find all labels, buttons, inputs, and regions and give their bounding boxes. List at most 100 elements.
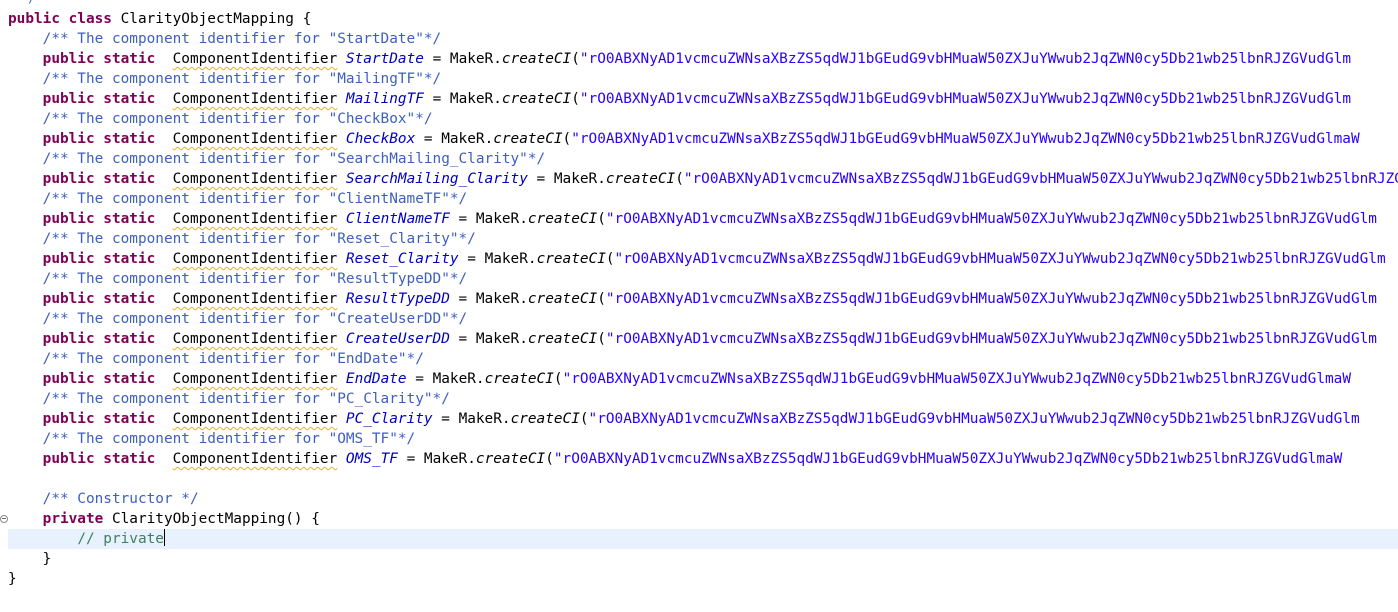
factory-class: MakeR (449, 51, 494, 67)
field-doc-line[interactable]: /** The component identifier for "PC_Cla… (0, 389, 1398, 409)
constructor-signature: ClarityObjectMapping() { (111, 511, 320, 527)
field-declaration-line[interactable]: public static ComponentIdentifier Create… (0, 329, 1398, 349)
field-doc-line[interactable]: /** The component identifier for "Result… (0, 269, 1398, 289)
text-caret (163, 529, 165, 546)
factory-method: createCI (501, 91, 572, 107)
class-close-brace: } (8, 571, 17, 587)
field-doc-line[interactable]: /** The component identifier for "CheckB… (0, 109, 1398, 129)
field-modifiers: public static (42, 251, 156, 267)
factory-method: createCI (501, 51, 572, 67)
field-name: PC_Clarity (345, 411, 433, 427)
field-declaration-line[interactable]: public static ComponentIdentifier EndDat… (0, 369, 1398, 389)
field-doc-comment: /** The component identifier for "Search… (42, 151, 546, 167)
field-declaration-line[interactable]: public static ComponentIdentifier PC_Cla… (0, 409, 1398, 429)
field-name: ClientNameTF (345, 211, 450, 227)
collapse-fold-icon[interactable] (0, 515, 8, 523)
field-name: StartDate (345, 51, 424, 67)
factory-class: MakeR (475, 291, 520, 307)
field-type: ComponentIdentifier (172, 331, 338, 347)
field-doc-comment: /** The component identifier for "PC_Cla… (42, 391, 450, 407)
field-value-string: "rO0ABXNyAD1vcmcuZWNsaXBzZS5qdWJ1bGEudG9… (605, 291, 1377, 307)
field-modifiers: public static (42, 451, 156, 467)
field-declaration-line[interactable]: public static ComponentIdentifier StartD… (0, 49, 1398, 69)
field-value-string: "rO0ABXNyAD1vcmcuZWNsaXBzZS5qdWJ1bGEudG9… (579, 51, 1351, 67)
factory-method: createCI (536, 251, 606, 267)
field-type: ComponentIdentifier (172, 91, 338, 107)
factory-class: MakeR (484, 251, 528, 267)
field-type: ComponentIdentifier (172, 451, 338, 467)
field-type: ComponentIdentifier (172, 291, 338, 307)
field-doc-line[interactable]: /** The component identifier for "Search… (0, 149, 1398, 169)
field-modifiers: public static (42, 331, 156, 347)
field-type: ComponentIdentifier (172, 51, 338, 67)
field-doc-line[interactable]: /** The component identifier for "Create… (0, 309, 1398, 329)
field-modifiers: public static (42, 171, 156, 187)
class-name: ClarityObjectMapping (120, 11, 294, 27)
field-doc-comment: /** The component identifier for "StartD… (42, 31, 442, 47)
field-declaration-line[interactable]: public static ComponentIdentifier Search… (0, 169, 1398, 189)
class-declaration-line[interactable]: public class ClarityObjectMapping { (0, 9, 1398, 29)
field-value-string: "rO0ABXNyAD1vcmcuZWNsaXBzZS5qdWJ1bGEudG9… (605, 331, 1377, 347)
field-value-string: "rO0ABXNyAD1vcmcuZWNsaXBzZS5qdWJ1bGEudG9… (562, 371, 1351, 387)
field-doc-comment: /** The component identifier for "OMS_TF… (42, 431, 416, 447)
field-doc-line[interactable]: /** The component identifier for "Mailin… (0, 69, 1398, 89)
field-type: ComponentIdentifier (172, 251, 338, 267)
factory-class: MakeR (449, 91, 494, 107)
field-value-string: "rO0ABXNyAD1vcmcuZWNsaXBzZS5qdWJ1bGEudG9… (553, 451, 1343, 467)
field-doc-comment: /** The component identifier for "Client… (42, 191, 468, 207)
field-doc-comment: /** The component identifier for "CheckB… (42, 111, 433, 127)
field-name: OMS_TF (345, 451, 398, 467)
field-doc-line[interactable]: /** The component identifier for "OMS_TF… (0, 429, 1398, 449)
code-editor[interactable]: public class ClarityObjectMapping { /** … (0, 0, 1398, 612)
field-type: ComponentIdentifier (172, 171, 338, 187)
field-modifiers: public static (42, 371, 156, 387)
field-doc-comment: /** The component identifier for "Reset_… (42, 231, 476, 247)
constructor-close-line[interactable]: } (0, 549, 1398, 569)
field-doc-line[interactable]: /** The component identifier for "StartD… (0, 29, 1398, 49)
field-declaration-line[interactable]: public static ComponentIdentifier Client… (0, 209, 1398, 229)
field-doc-line[interactable]: /** The component identifier for "Client… (0, 189, 1398, 209)
field-value-string: "rO0ABXNyAD1vcmcuZWNsaXBzZS5qdWJ1bGEudG9… (571, 131, 1360, 147)
constructor-declaration-line[interactable]: private ClarityObjectMapping() { (0, 509, 1398, 529)
constructor-doc-line[interactable]: /** Constructor */ (0, 489, 1398, 509)
factory-class: MakeR (432, 371, 476, 387)
field-doc-comment: /** The component identifier for "Create… (42, 311, 468, 327)
field-modifiers: public static (42, 131, 156, 147)
factory-class: MakeR (553, 171, 598, 187)
field-doc-line[interactable]: /** The component identifier for "EndDat… (0, 349, 1398, 369)
field-declaration-line[interactable]: public static ComponentIdentifier Mailin… (0, 89, 1398, 109)
field-doc-comment: /** The component identifier for "EndDat… (42, 351, 424, 367)
current-line[interactable]: // private (8, 529, 1398, 549)
factory-method: createCI (527, 211, 598, 227)
field-name: SearchMailing_Clarity (345, 171, 528, 187)
field-declaration-line[interactable]: public static ComponentIdentifier Result… (0, 289, 1398, 309)
field-value-string: "rO0ABXNyAD1vcmcuZWNsaXBzZS5qdWJ1bGEudG9… (614, 251, 1386, 267)
field-type: ComponentIdentifier (172, 371, 338, 387)
field-name: CreateUserDD (345, 331, 450, 347)
factory-class: MakeR (475, 211, 520, 227)
field-doc-comment: /** The component identifier for "Result… (42, 271, 468, 287)
field-name: ResultTypeDD (345, 291, 450, 307)
field-declaration-line[interactable]: public static ComponentIdentifier OMS_TF… (0, 449, 1398, 469)
factory-class: MakeR (475, 331, 520, 347)
factory-method: createCI (510, 411, 580, 427)
field-modifiers: public static (42, 211, 156, 227)
constructor-body-comment: // private (77, 531, 164, 547)
factory-method: createCI (605, 171, 676, 187)
field-doc-line[interactable]: /** The component identifier for "Reset_… (0, 229, 1398, 249)
class-close-line[interactable]: } (0, 569, 1398, 589)
factory-method: createCI (493, 131, 563, 147)
constructor-modifier: private (42, 511, 104, 527)
field-declaration-line[interactable]: public static ComponentIdentifier CheckB… (0, 129, 1398, 149)
field-name: EndDate (345, 371, 407, 387)
field-type: ComponentIdentifier (172, 411, 338, 427)
field-declaration-line[interactable]: public static ComponentIdentifier Reset_… (0, 249, 1398, 269)
field-value-string: "rO0ABXNyAD1vcmcuZWNsaXBzZS5qdWJ1bGEudG9… (588, 411, 1360, 427)
factory-class: MakeR (423, 451, 468, 467)
field-modifiers: public static (42, 291, 156, 307)
factory-class: MakeR (441, 131, 485, 147)
factory-method: createCI (475, 451, 546, 467)
field-value-string: "rO0ABXNyAD1vcmcuZWNsaXBzZS5qdWJ1bGEudG9… (605, 211, 1377, 227)
class-open-brace: { (293, 11, 312, 27)
class-keywords: public class (8, 11, 112, 27)
